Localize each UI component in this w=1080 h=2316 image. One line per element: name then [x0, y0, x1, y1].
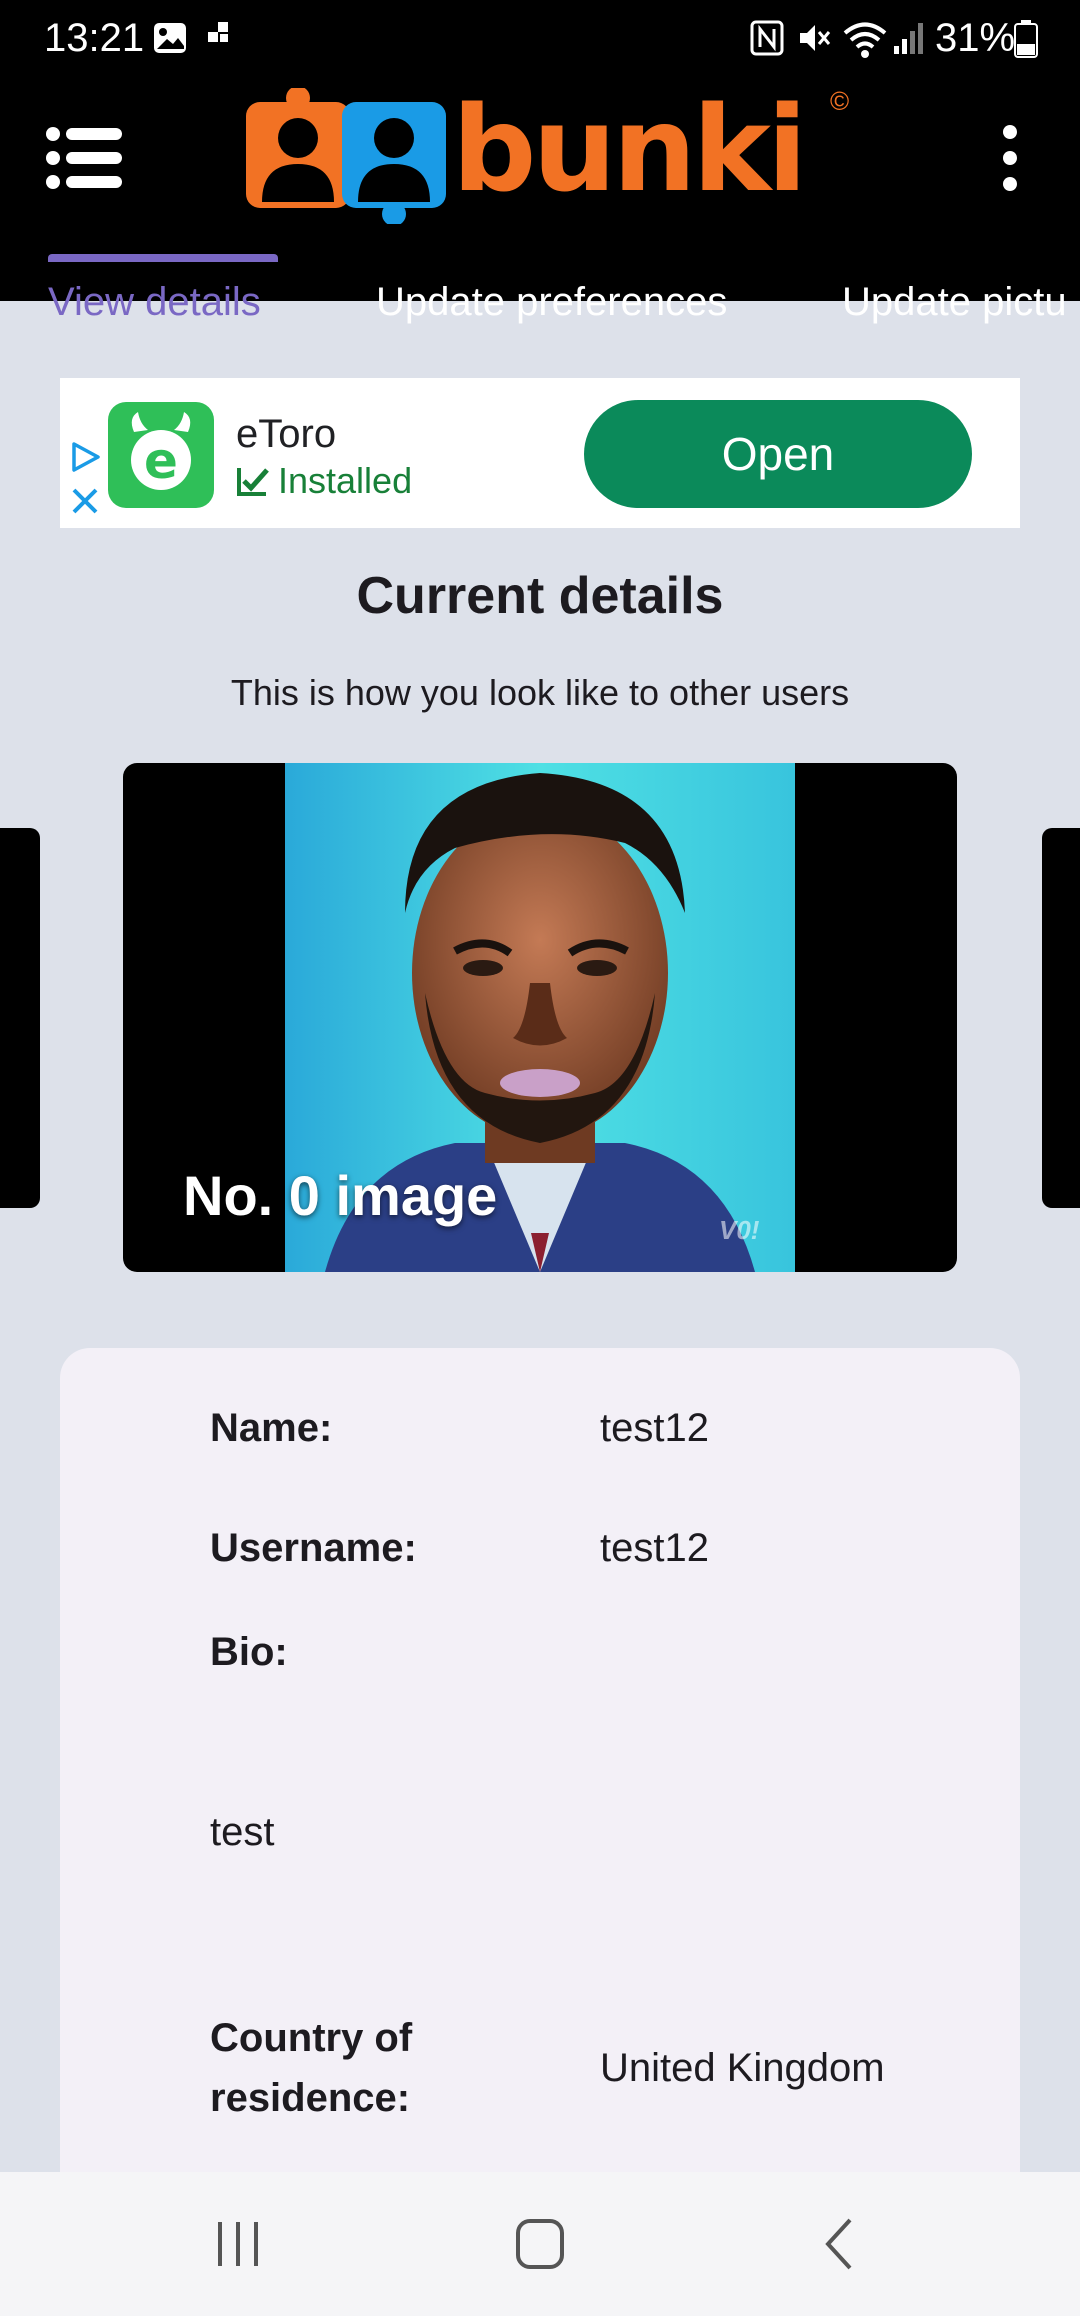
tab-update-preferences[interactable]: Update preferences: [376, 280, 727, 325]
more-options-icon[interactable]: [990, 118, 1030, 208]
status-time: 13:21: [44, 16, 145, 60]
name-value: test12: [600, 1406, 709, 1450]
bio-value: test: [210, 1810, 275, 1854]
country-label-line1: Country of: [210, 2016, 413, 2060]
details-card: Name: test12 Username: test12 Bio: test …: [60, 1348, 1020, 2248]
app-notification-icon: [208, 22, 228, 42]
tab-bar: View details Update preferences Update p…: [0, 268, 1080, 378]
signal-icon: [894, 23, 923, 54]
ad-installed-label: Installed: [278, 460, 413, 501]
ad-close-icon[interactable]: [70, 486, 100, 516]
back-icon[interactable]: [802, 2212, 882, 2276]
ad-choices-icon[interactable]: [68, 440, 102, 474]
gallery-notification-icon: [154, 23, 186, 53]
photo-caption: No. 0 image: [183, 1164, 498, 1227]
ad-installed-status: Installed: [236, 460, 412, 502]
logo-copyright: ©: [830, 86, 850, 116]
installed-check-icon: [237, 468, 269, 496]
next-photo-card[interactable]: [1042, 828, 1080, 1208]
mute-icon: [800, 25, 831, 51]
etoro-app-icon: e: [108, 402, 214, 508]
photo-watermark: V0!: [719, 1215, 760, 1245]
previous-photo-card[interactable]: [0, 828, 40, 1208]
app-header: bunki © View details Update preferences …: [0, 76, 1080, 324]
menu-icon[interactable]: [44, 118, 124, 198]
bio-label: Bio:: [210, 1630, 288, 1674]
page-subtitle: This is how you look like to other users: [230, 672, 850, 713]
country-label-line2: residence:: [210, 2076, 411, 2120]
tab-update-pictures[interactable]: Update pictu: [842, 280, 1067, 325]
system-nav-bar: [0, 2172, 1080, 2316]
recent-apps-icon[interactable]: [198, 2212, 278, 2276]
battery-percent: 31%: [935, 16, 1016, 60]
tab-view-details[interactable]: View details: [48, 280, 261, 325]
logo-text: bunki: [452, 80, 807, 218]
bunki-logo: bunki ©: [246, 82, 866, 242]
home-icon[interactable]: [500, 2212, 580, 2276]
ad-open-button[interactable]: Open: [584, 400, 972, 508]
country-value: United Kingdom: [600, 2046, 885, 2090]
username-label: Username:: [210, 1526, 417, 1570]
username-value: test12: [600, 1526, 709, 1570]
svg-text:e: e: [144, 432, 178, 490]
ad-app-name: eToro: [236, 412, 337, 456]
active-tab-indicator: [48, 254, 278, 262]
logo-people-icon: [246, 88, 446, 224]
ad-banner[interactable]: e eToro Installed Open: [60, 378, 1020, 528]
name-label: Name:: [210, 1406, 333, 1450]
wifi-icon: [843, 22, 887, 58]
nfc-icon: [750, 20, 784, 56]
profile-photo-card[interactable]: No. 0 image V0!: [123, 763, 957, 1272]
status-bar: 13:21 31%: [0, 0, 1080, 76]
page-title: Current details: [356, 567, 724, 625]
battery-icon: [1014, 20, 1038, 58]
